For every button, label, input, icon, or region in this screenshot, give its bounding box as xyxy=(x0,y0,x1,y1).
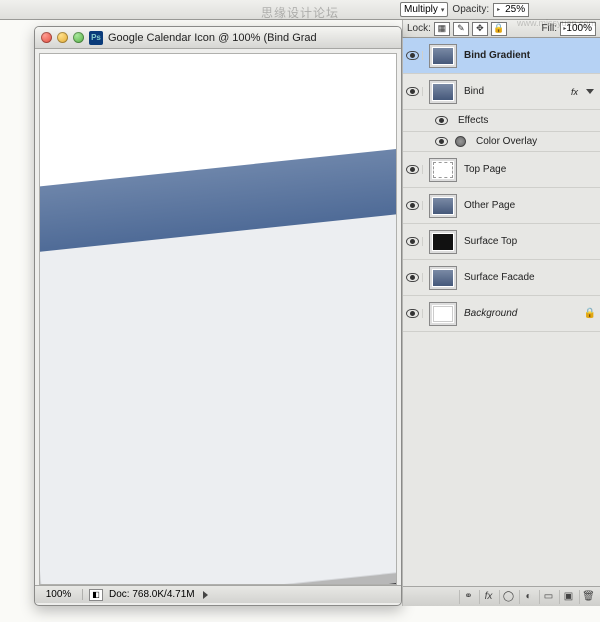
layer-style-button[interactable]: fx xyxy=(479,590,497,604)
canvas[interactable] xyxy=(39,53,397,585)
layer-thumbnail[interactable] xyxy=(429,44,457,68)
effects-label: Effects xyxy=(455,115,596,126)
fill-label: Fill: xyxy=(541,23,557,34)
adjustment-layer-button[interactable]: ◐ xyxy=(519,590,537,604)
layer-row-other-page[interactable]: Other Page xyxy=(403,188,600,224)
layer-thumbnail[interactable] xyxy=(429,230,457,254)
minimize-button[interactable] xyxy=(57,32,68,43)
lock-image-button[interactable]: ✎ xyxy=(453,22,469,36)
layer-row-surface-top[interactable]: Surface Top xyxy=(403,224,600,260)
lock-icon: 🔒 xyxy=(584,308,596,319)
document-window: Ps Google Calendar Icon @ 100% (Bind Gra… xyxy=(34,26,402,606)
opacity-label: Opacity: xyxy=(452,4,489,15)
layers-panel-footer: ⚭ fx ◯ ◐ ▭ ▣ 🗑 xyxy=(403,586,600,606)
layer-thumbnail[interactable] xyxy=(429,266,457,290)
eye-icon xyxy=(406,309,419,318)
visibility-toggle[interactable] xyxy=(403,273,423,282)
eye-icon xyxy=(406,165,419,174)
zoom-button[interactable] xyxy=(73,32,84,43)
layer-name[interactable]: Bind Gradient xyxy=(461,50,596,61)
layer-thumbnail[interactable] xyxy=(429,80,457,104)
layer-effect-color-overlay[interactable]: Color Overlay xyxy=(403,132,600,152)
opacity-input[interactable]: ▸ 25% xyxy=(493,3,529,17)
visibility-toggle[interactable] xyxy=(403,309,423,318)
doc-info-menu-icon[interactable] xyxy=(203,591,208,599)
opacity-value: 25% xyxy=(505,4,525,15)
layer-name[interactable]: Bind xyxy=(461,86,567,97)
visibility-toggle[interactable] xyxy=(403,201,423,210)
new-layer-button[interactable]: ▣ xyxy=(559,590,577,604)
status-bar: 100% ◧ Doc: 768.0K/4.71M xyxy=(35,585,401,603)
layer-mask-button[interactable]: ◯ xyxy=(499,590,517,604)
layer-name[interactable]: Top Page xyxy=(461,164,596,175)
visibility-toggle[interactable] xyxy=(431,116,451,125)
effect-icon xyxy=(455,136,466,147)
lock-transparency-button[interactable]: ▦ xyxy=(434,22,450,36)
eye-icon xyxy=(406,273,419,282)
eye-icon xyxy=(406,201,419,210)
layers-panel: Bind Gradient Bind fx Effects Color Over… xyxy=(402,38,600,606)
options-bar: Multiply ▾ Opacity: ▸ 25% xyxy=(0,0,600,20)
lock-position-button[interactable]: ✥ xyxy=(472,22,488,36)
blend-mode-value: Multiply xyxy=(404,4,438,15)
layer-row-bind-gradient[interactable]: Bind Gradient xyxy=(403,38,600,74)
layer-row-bind[interactable]: Bind fx xyxy=(403,74,600,110)
layer-name[interactable]: Surface Top xyxy=(461,236,596,247)
eye-icon xyxy=(406,237,419,246)
fx-indicator[interactable]: fx xyxy=(571,87,578,97)
layer-thumbnail[interactable] xyxy=(429,194,457,218)
doc-info: Doc: 768.0K/4.71M xyxy=(109,589,195,600)
effect-name[interactable]: Color Overlay xyxy=(473,136,596,147)
delete-layer-button[interactable]: 🗑 xyxy=(579,590,597,604)
fill-input[interactable]: ▸ 100% xyxy=(560,22,596,36)
lock-fill-bar: Lock: ▦ ✎ ✥ 🔒 Fill: ▸ 100% xyxy=(402,20,600,38)
layer-effects-header[interactable]: Effects xyxy=(403,110,600,132)
eye-icon xyxy=(435,116,448,125)
status-icon[interactable]: ◧ xyxy=(89,589,103,601)
window-titlebar[interactable]: Ps Google Calendar Icon @ 100% (Bind Gra… xyxy=(35,27,401,49)
layer-row-background[interactable]: Background 🔒 xyxy=(403,296,600,332)
layer-name[interactable]: Other Page xyxy=(461,200,596,211)
layer-name[interactable]: Surface Facade xyxy=(461,272,596,283)
close-button[interactable] xyxy=(41,32,52,43)
lock-label: Lock: xyxy=(407,23,431,34)
layer-row-surface-facade[interactable]: Surface Facade xyxy=(403,260,600,296)
layer-thumbnail[interactable] xyxy=(429,158,457,182)
fill-value: 100% xyxy=(566,23,592,34)
layer-group-button[interactable]: ▭ xyxy=(539,590,557,604)
chevron-down-icon: ▾ xyxy=(441,6,445,14)
layers-list: Bind Gradient Bind fx Effects Color Over… xyxy=(403,38,600,586)
layer-thumbnail[interactable] xyxy=(429,302,457,326)
blend-mode-dropdown[interactable]: Multiply ▾ xyxy=(400,2,448,17)
eye-icon xyxy=(406,51,419,60)
eye-icon xyxy=(406,87,419,96)
window-title: Google Calendar Icon @ 100% (Bind Grad xyxy=(108,32,317,44)
visibility-toggle[interactable] xyxy=(403,165,423,174)
visibility-toggle[interactable] xyxy=(431,137,451,146)
visibility-toggle[interactable] xyxy=(403,237,423,246)
traffic-lights xyxy=(41,32,84,43)
link-layers-button[interactable]: ⚭ xyxy=(459,590,477,604)
fx-collapse-icon[interactable] xyxy=(586,89,594,94)
visibility-toggle[interactable] xyxy=(403,87,423,96)
opacity-popup-icon: ▸ xyxy=(497,6,500,13)
photoshop-icon: Ps xyxy=(89,31,103,45)
zoom-level[interactable]: 100% xyxy=(39,589,83,600)
layer-name[interactable]: Background xyxy=(461,308,578,319)
eye-icon xyxy=(435,137,448,146)
layer-row-top-page[interactable]: Top Page xyxy=(403,152,600,188)
visibility-toggle[interactable] xyxy=(403,51,423,60)
lock-all-button[interactable]: 🔒 xyxy=(491,22,507,36)
